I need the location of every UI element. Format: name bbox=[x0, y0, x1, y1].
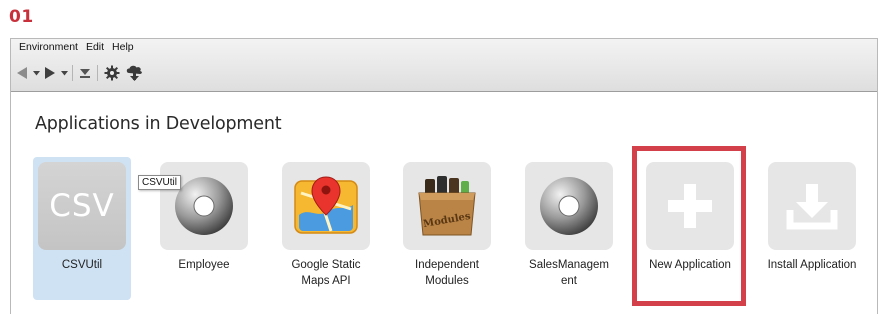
forward-arrow-icon[interactable] bbox=[41, 62, 59, 84]
app-tile-csvutil[interactable]: CSV CSVUtil bbox=[33, 157, 131, 300]
app-label: Employee bbox=[178, 259, 230, 271]
app-label: Independent Modules bbox=[415, 259, 479, 287]
app-tile-google-static-maps-api[interactable]: Google Static Maps API bbox=[277, 157, 375, 300]
section-title: Applications in Development bbox=[35, 114, 282, 134]
app-label: Google Static Maps API bbox=[291, 259, 361, 287]
gear-icon[interactable] bbox=[101, 62, 123, 84]
csv-icon: CSV bbox=[38, 162, 126, 250]
app-tile-independent-modules[interactable]: Modules Independent Modules bbox=[398, 157, 496, 300]
app-label: New Application bbox=[649, 259, 731, 271]
app-tile-new-application[interactable]: New Application bbox=[641, 157, 739, 300]
forward-dropdown-icon[interactable] bbox=[59, 62, 69, 84]
app-tile-salesmanagement[interactable]: SalesManagement bbox=[520, 157, 618, 300]
back-arrow-icon[interactable] bbox=[13, 62, 31, 84]
csv-icon-text: CSV bbox=[49, 188, 115, 224]
tooltip: CSVUtil bbox=[138, 175, 182, 190]
modules-box-icon: Modules bbox=[403, 162, 491, 250]
menu-environment[interactable]: Environment bbox=[15, 40, 82, 54]
toolbar bbox=[13, 61, 147, 85]
window-chrome: Environment Edit Help bbox=[11, 39, 877, 92]
disc-icon bbox=[525, 162, 613, 250]
plus-icon bbox=[646, 162, 734, 250]
app-label: SalesManagement bbox=[529, 259, 609, 287]
step-number: 01 bbox=[9, 7, 34, 27]
back-dropdown-icon[interactable] bbox=[31, 62, 41, 84]
menu-edit[interactable]: Edit bbox=[82, 40, 108, 54]
map-pin-icon bbox=[282, 162, 370, 250]
app-label: CSVUtil bbox=[61, 259, 103, 271]
download-icon[interactable] bbox=[76, 62, 94, 84]
app-tile-install-application[interactable]: Install Application bbox=[763, 157, 861, 300]
toolbar-separator bbox=[97, 65, 98, 81]
cloud-deploy-icon[interactable] bbox=[123, 62, 147, 84]
menu-help[interactable]: Help bbox=[108, 40, 138, 54]
install-download-icon bbox=[768, 162, 856, 250]
menubar: Environment Edit Help bbox=[15, 40, 138, 54]
toolbar-separator bbox=[72, 65, 73, 81]
app-label: Install Application bbox=[767, 259, 857, 271]
